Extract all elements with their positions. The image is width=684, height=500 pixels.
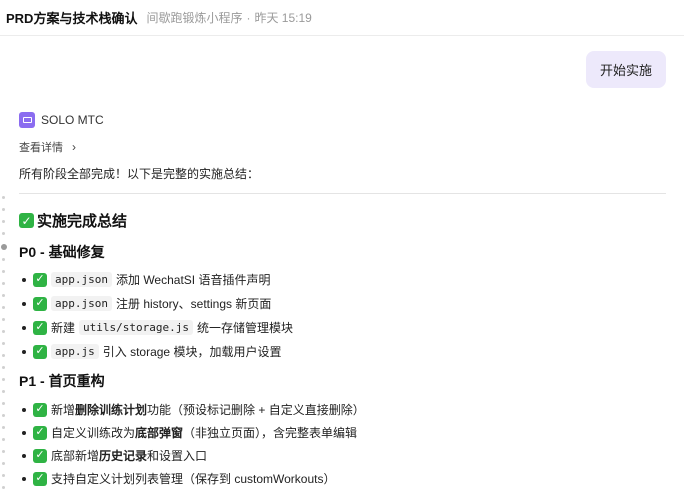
check-mark-icon: ✓ bbox=[19, 213, 34, 228]
view-details-link[interactable]: 查看详情 › bbox=[19, 139, 76, 155]
check-mark-icon: ✓ bbox=[33, 296, 47, 311]
section-title-p1: P1 - 首页重构 bbox=[19, 373, 105, 389]
list-item-prefix: 底部新增 bbox=[51, 449, 100, 463]
check-mark-icon: ✓ bbox=[33, 272, 47, 287]
chat-header: PRD方案与技术栈确认 间歇跑锻炼小程序 · 昨天 15:19 bbox=[0, 0, 684, 36]
list-item-text: 统一存储管理模块 bbox=[196, 321, 293, 335]
user-message-bubble: 开始实施 bbox=[585, 51, 666, 88]
divider bbox=[19, 193, 666, 194]
inline-code: app.json bbox=[51, 296, 112, 311]
summary-heading: ✓ 实施完成总结 bbox=[19, 210, 127, 231]
list-item-text: 和设置入口 bbox=[147, 449, 208, 463]
list-item-emphasis: 历史记录 bbox=[99, 449, 148, 463]
agent-name: SOLO MTC bbox=[41, 113, 104, 127]
list-item-text: 引入 storage 模块，加载用户设置 bbox=[102, 345, 282, 359]
project-name[interactable]: 间歇跑锻炼小程序 bbox=[146, 9, 242, 26]
list-item: ✓ app.json 注册 history、settings 新页面 bbox=[22, 295, 271, 312]
list-item-emphasis: 删除训练计划 bbox=[75, 403, 148, 417]
chat-timestamp: 昨天 15:19 bbox=[254, 11, 312, 25]
agent-label: SOLO MTC bbox=[19, 112, 104, 128]
header-separator: · bbox=[246, 10, 251, 25]
list-item: ✓ 自定义训练改为 底部弹窗 （非独立页面），含完整表单编辑 bbox=[22, 424, 357, 441]
check-mark-icon: ✓ bbox=[33, 425, 47, 440]
list-item-text: 添加 WechatSI 语音插件声明 bbox=[115, 273, 271, 287]
list-item: ✓ app.js 引入 storage 模块，加载用户设置 bbox=[22, 343, 281, 360]
list-item: ✓ 支持自定义计划列表管理（保存到 customWorkouts） bbox=[22, 470, 335, 487]
monitor-icon bbox=[19, 112, 35, 128]
section-title-p0: P0 - 基础修复 bbox=[19, 244, 105, 260]
check-mark-icon: ✓ bbox=[33, 448, 47, 463]
summary-heading-text: 实施完成总结 bbox=[37, 213, 128, 230]
list-item-prefix: 新建 bbox=[51, 321, 76, 335]
list-item-text: （非独立页面），含完整表单编辑 bbox=[183, 426, 358, 440]
list-item-emphasis: 底部弹窗 bbox=[135, 426, 184, 440]
list-item-text: 支持自定义计划列表管理（保存到 customWorkouts） bbox=[51, 472, 336, 486]
list-item: ✓ app.json 添加 WechatSI 语音插件声明 bbox=[22, 271, 270, 288]
inline-code: app.js bbox=[51, 344, 99, 359]
view-details-label: 查看详情 bbox=[19, 142, 63, 154]
chat-title: PRD方案与技术栈确认 bbox=[6, 11, 138, 26]
list-item: ✓ 新建 utils/storage.js 统一存储管理模块 bbox=[22, 319, 293, 336]
list-item: ✓ 新增 删除训练计划 功能（预设标记删除 + 自定义直接删除） bbox=[22, 401, 365, 418]
list-item-prefix: 自定义训练改为 bbox=[51, 426, 136, 440]
check-mark-icon: ✓ bbox=[33, 320, 47, 335]
list-item-text: 功能（预设标记删除 + 自定义直接删除） bbox=[147, 403, 365, 417]
chevron-right-icon: › bbox=[72, 140, 76, 154]
list-item: ✓ 底部新增 历史记录 和设置入口 bbox=[22, 447, 207, 464]
scroll-gutter bbox=[0, 196, 10, 500]
check-mark-icon: ✓ bbox=[33, 344, 47, 359]
check-mark-icon: ✓ bbox=[33, 471, 47, 486]
check-mark-icon: ✓ bbox=[33, 402, 47, 417]
list-item-prefix: 新增 bbox=[51, 403, 76, 417]
list-item-text: 注册 history、settings 新页面 bbox=[115, 297, 272, 311]
agent-intro-text: 所有阶段全部完成！以下是完整的实施总结： bbox=[19, 167, 260, 181]
inline-code: utils/storage.js bbox=[79, 320, 193, 335]
current-position-marker bbox=[1, 244, 7, 250]
user-message-text: 开始实施 bbox=[599, 63, 652, 78]
inline-code: app.json bbox=[51, 272, 112, 287]
